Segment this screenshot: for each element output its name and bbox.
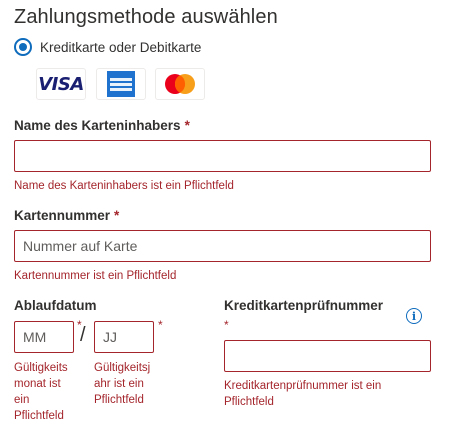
cvv-label: Kreditkartenprüfnummer: [224, 298, 384, 313]
error-line: Pflichtfeld: [94, 394, 144, 406]
cardholder-error: Name des Karteninhabers ist ein Pflichtf…: [14, 180, 234, 192]
card-number-error: Kartennummer ist ein Pflichtfeld: [14, 270, 177, 282]
error-line: Kreditkartenprüfnummer ist ein: [224, 380, 382, 392]
card-number-label: Kartennummer *: [14, 208, 119, 223]
expiry-year-error: Gültigkeitsj ahr ist ein Pflichtfeld: [94, 360, 150, 408]
radio-button-selected[interactable]: [14, 38, 32, 56]
cvv-input[interactable]: [224, 340, 431, 372]
expiry-separator: /: [80, 324, 86, 346]
required-mark: *: [224, 318, 229, 332]
payment-option-label: Kreditkarte oder Debitkarte: [40, 39, 202, 55]
error-line: Pflichtfeld: [224, 396, 274, 408]
card-number-input[interactable]: [14, 230, 431, 262]
mastercard-logo: [155, 68, 205, 100]
error-line: ein: [14, 394, 30, 406]
expiry-label: Ablaufdatum: [14, 298, 97, 313]
cardholder-name-input[interactable]: [14, 140, 431, 172]
page-title: Zahlungsmethode auswählen: [14, 6, 278, 28]
error-line: Pflichtfeld: [14, 410, 64, 422]
amex-logo-icon: [107, 71, 135, 97]
visa-logo: VISA: [36, 68, 86, 100]
visa-logo-text: VISA: [38, 73, 84, 95]
error-line: Gültigkeitsj: [94, 362, 151, 374]
cardholder-label: Name des Karteninhabers *: [14, 118, 190, 133]
required-mark: *: [158, 318, 163, 332]
mastercard-icon: [165, 74, 195, 94]
error-line: monat ist: [14, 378, 61, 390]
expiry-year-input[interactable]: [94, 321, 154, 353]
error-line: Gültigkeits: [14, 362, 68, 374]
expiry-month-input[interactable]: [14, 321, 74, 353]
amex-logo: [96, 68, 146, 100]
required-mark: *: [114, 208, 120, 223]
cvv-error: Kreditkartenprüfnummer ist ein Pflichtfe…: [224, 378, 381, 410]
required-mark: *: [184, 118, 190, 133]
info-icon[interactable]: i: [406, 308, 422, 324]
error-line: ahr ist ein: [94, 378, 144, 390]
payment-option-card[interactable]: Kreditkarte oder Debitkarte: [14, 38, 201, 56]
cardholder-label-text: Name des Karteninhabers: [14, 118, 181, 133]
expiry-month-error: Gültigkeits monat ist ein Pflichtfeld: [14, 360, 68, 424]
card-number-label-text: Kartennummer: [14, 208, 111, 223]
